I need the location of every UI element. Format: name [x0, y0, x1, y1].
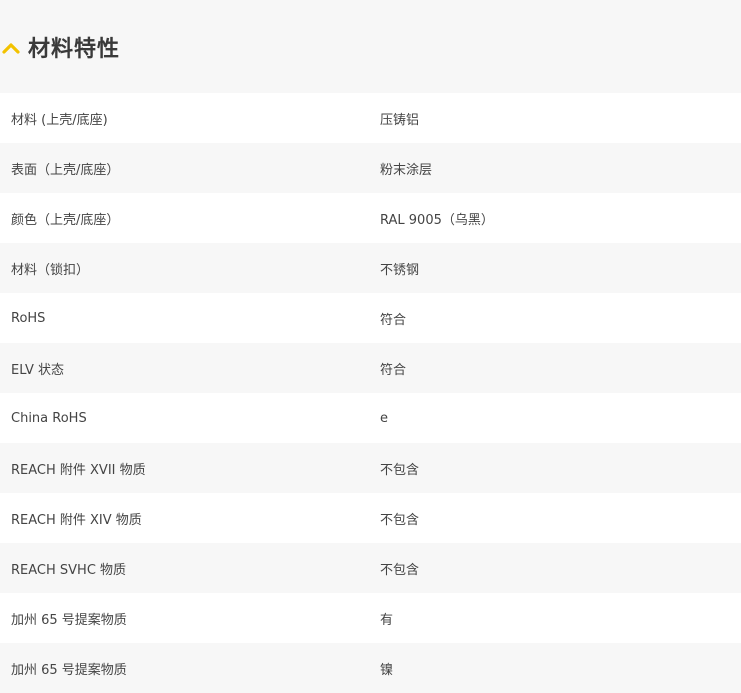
- property-value: 符合: [380, 312, 407, 328]
- table-row: 颜色（上壳/底座） RAL 9005（乌黑）: [0, 193, 741, 243]
- table-row: 表面（上壳/底座） 粉末涂层: [0, 143, 741, 193]
- property-name: 加州 65 号提案物质: [11, 662, 127, 678]
- chevron-up-icon[interactable]: [2, 40, 20, 54]
- property-value: 镍: [380, 662, 394, 678]
- table-row: REACH 附件 XIV 物质 不包含: [0, 493, 741, 543]
- properties-table: 材料 (上壳/底座) 压铸铝 表面（上壳/底座） 粉末涂层 颜色（上壳/底座） …: [0, 93, 741, 693]
- property-name: REACH SVHC 物质: [11, 562, 127, 578]
- property-name: ELV 状态: [11, 362, 65, 378]
- property-value: RAL 9005（乌黑）: [380, 212, 494, 228]
- property-value: e: [380, 410, 388, 426]
- property-name: RoHS: [11, 310, 46, 326]
- property-value: 符合: [380, 362, 407, 378]
- property-value: 不锈钢: [380, 262, 420, 278]
- table-row: 加州 65 号提案物质 镍: [0, 643, 741, 693]
- section-title: 材料特性: [28, 36, 121, 62]
- property-value: 不包含: [380, 562, 420, 578]
- property-value: 粉末涂层: [380, 162, 433, 178]
- property-name: 颜色（上壳/底座）: [11, 212, 120, 228]
- property-name: REACH 附件 XIV 物质: [11, 512, 142, 528]
- table-row: 材料（锁扣） 不锈钢: [0, 243, 741, 293]
- table-row: REACH 附件 XVII 物质 不包含: [0, 443, 741, 493]
- property-name: China RoHS: [11, 410, 87, 426]
- property-value: 压铸铝: [380, 112, 420, 128]
- table-row: REACH SVHC 物质 不包含: [0, 543, 741, 593]
- property-name: 材料 (上壳/底座): [11, 112, 108, 128]
- table-row: ELV 状态 符合: [0, 343, 741, 393]
- table-row: RoHS 符合: [0, 293, 741, 343]
- property-value: 不包含: [380, 462, 420, 478]
- section-header[interactable]: 材料特性: [0, 0, 741, 93]
- property-name: 表面（上壳/底座）: [11, 162, 120, 178]
- property-value: 有: [380, 612, 394, 628]
- table-row: 加州 65 号提案物质 有: [0, 593, 741, 643]
- property-name: 材料（锁扣）: [11, 262, 90, 278]
- property-name: REACH 附件 XVII 物质: [11, 462, 146, 478]
- table-row: 材料 (上壳/底座) 压铸铝: [0, 93, 741, 143]
- property-value: 不包含: [380, 512, 420, 528]
- property-name: 加州 65 号提案物质: [11, 612, 127, 628]
- table-row: China RoHS e: [0, 393, 741, 443]
